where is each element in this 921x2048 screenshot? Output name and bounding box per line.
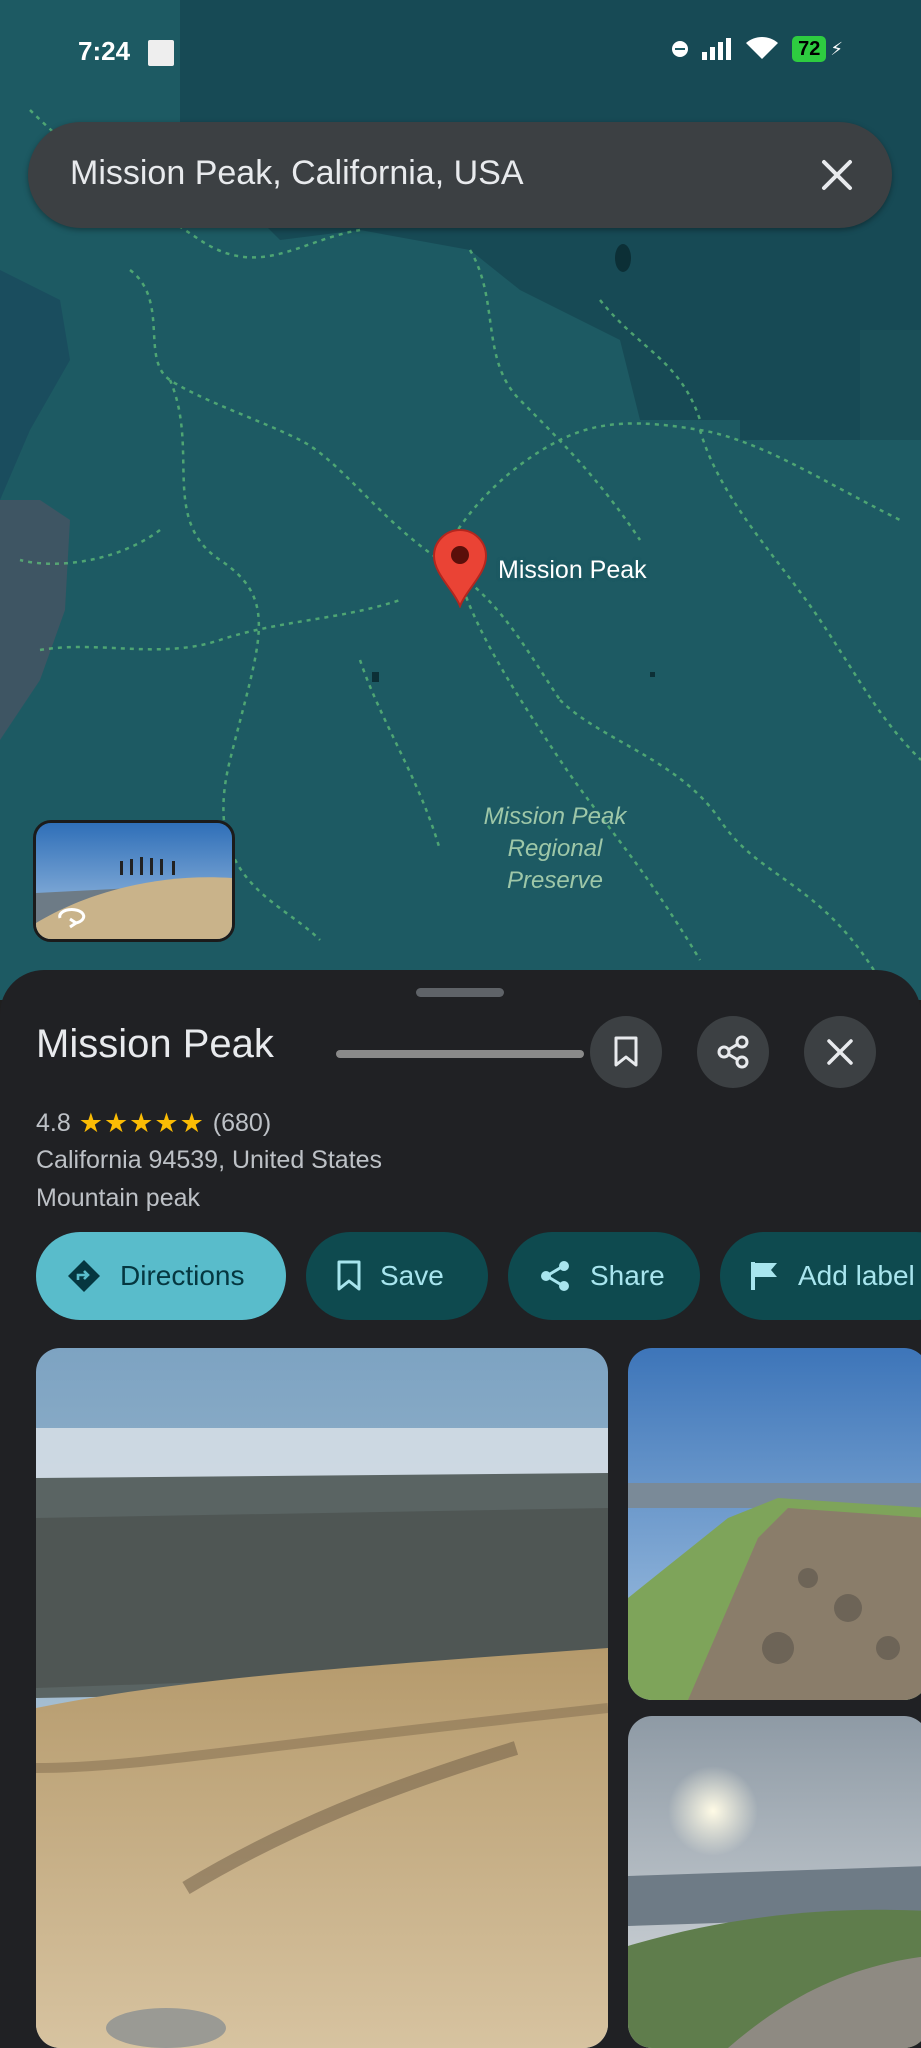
flag-icon (751, 1262, 777, 1290)
screen: 7:24 72 ⚡ Mission Peak, California, USA (0, 0, 921, 2048)
map-pin-icon[interactable] (432, 528, 488, 608)
share-button[interactable]: Share (508, 1232, 700, 1320)
directions-label: Directions (120, 1260, 245, 1291)
place-address: California 94539, United States (36, 1146, 383, 1174)
photo-gallery[interactable] (36, 1348, 921, 2048)
signal-icon (702, 38, 732, 60)
save-place-button[interactable] (590, 1016, 662, 1088)
wifi-icon (746, 37, 779, 59)
place-category: Mountain peak (36, 1184, 201, 1212)
street-view-image (36, 823, 232, 939)
park-label[interactable]: Mission Peak Regional Preserve (460, 801, 650, 897)
charging-icon: ⚡ (830, 38, 843, 59)
drag-handle[interactable] (416, 988, 504, 997)
bookmark-icon (337, 1260, 361, 1291)
status-time: 7:24 (78, 36, 131, 66)
pin-label[interactable]: Mission Peak (498, 556, 647, 585)
rating-stars: ★★★★★ (78, 1108, 205, 1138)
share-icon (541, 1261, 569, 1291)
photo-thumbnail[interactable] (628, 1716, 921, 2048)
directions-icon (68, 1260, 100, 1292)
clear-search-button[interactable] (810, 148, 864, 202)
park-label-line: Mission Peak (483, 803, 627, 830)
search-query[interactable]: Mission Peak, California, USA (70, 154, 524, 193)
photo-image (628, 1348, 921, 1700)
place-title: Mission Peak (36, 1022, 274, 1066)
status-icons: 72 ⚡ (672, 36, 843, 62)
close-icon (822, 160, 852, 190)
street-view-thumbnail[interactable] (33, 820, 235, 942)
notification-icon (148, 40, 174, 66)
share-icon (717, 1035, 749, 1069)
place-sheet[interactable]: Mission Peak 4.8 ★★★★★ (680) California (0, 970, 921, 2048)
battery-indicator: 72 (792, 36, 827, 62)
park-label-line: Regional (507, 835, 603, 862)
photo-thumbnail[interactable] (628, 1348, 921, 1700)
close-icon (827, 1039, 853, 1065)
photo-image (628, 1716, 921, 2048)
park-label-line: Preserve (506, 867, 604, 894)
status-bar: 7:24 72 ⚡ (0, 0, 921, 100)
close-sheet-button[interactable] (804, 1016, 876, 1088)
add-label-label: Add label (798, 1260, 915, 1291)
search-bar[interactable]: Mission Peak, California, USA (28, 122, 892, 228)
add-label-button[interactable]: Add label (720, 1232, 921, 1320)
rating-row[interactable]: 4.8 ★★★★★ (680) (36, 1108, 271, 1139)
rating-value: 4.8 (36, 1109, 71, 1137)
photo-large[interactable] (36, 1348, 608, 2048)
photo-image (36, 1348, 608, 2048)
share-place-button[interactable] (697, 1016, 769, 1088)
do-not-disturb-icon (672, 41, 689, 57)
share-label: Share (590, 1260, 665, 1291)
review-count: (680) (212, 1109, 272, 1137)
map-view[interactable]: 7:24 72 ⚡ Mission Peak, California, USA (0, 0, 921, 1000)
gesture-nav-bar[interactable] (336, 1050, 584, 1058)
save-button[interactable]: Save (306, 1232, 488, 1320)
directions-button[interactable]: Directions (36, 1232, 286, 1320)
bookmark-icon (614, 1036, 638, 1067)
save-label: Save (380, 1260, 444, 1291)
action-chips: Directions Save Share Add label (36, 1232, 921, 1322)
